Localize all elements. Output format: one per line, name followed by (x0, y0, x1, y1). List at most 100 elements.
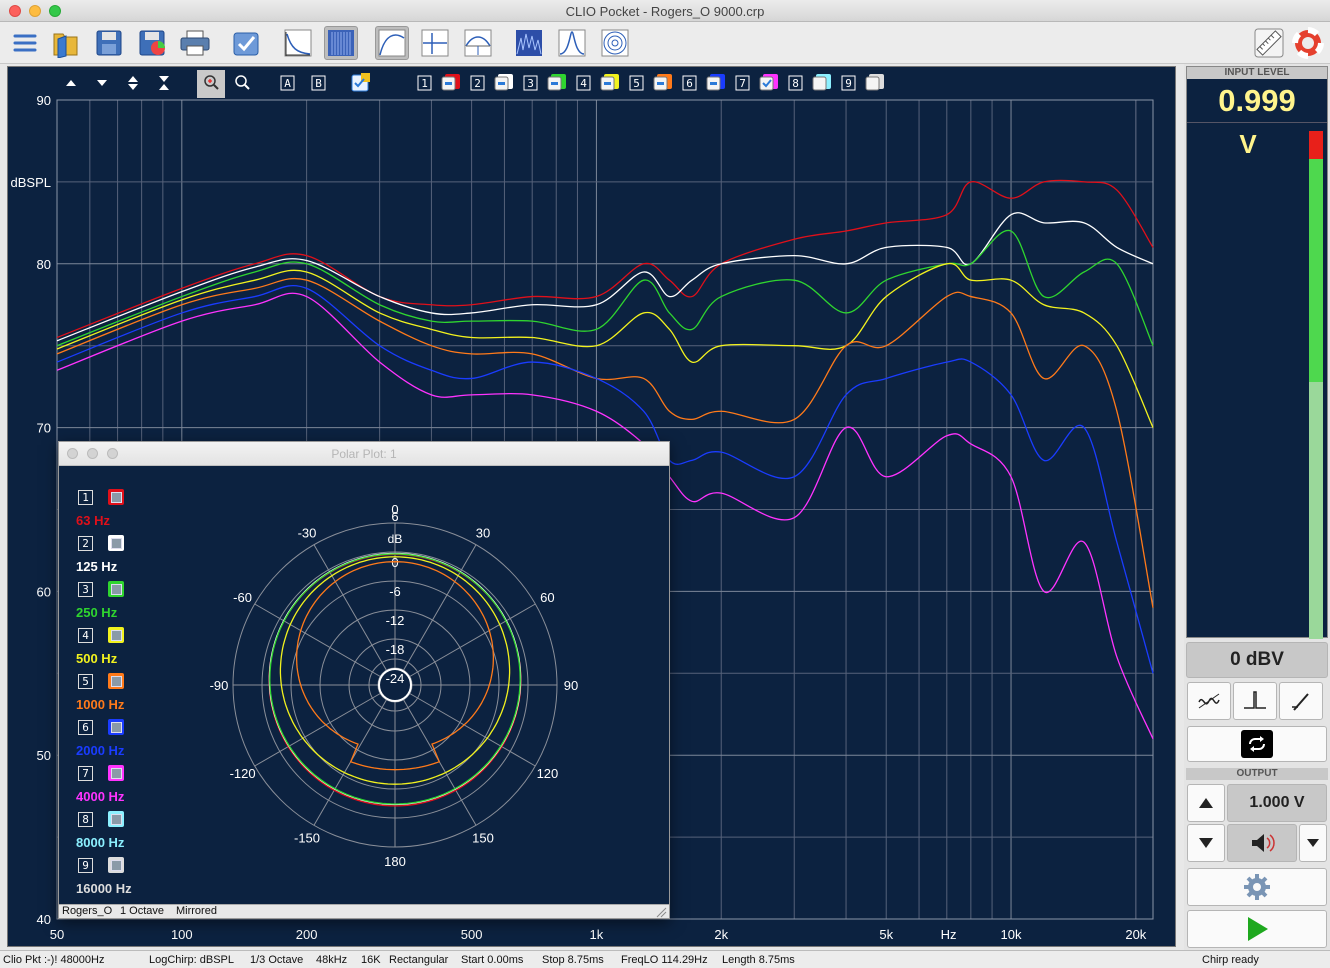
open-folder-icon[interactable] (48, 26, 82, 60)
output-down-button[interactable] (1187, 824, 1225, 862)
polar-angle-label: -120 (230, 766, 256, 781)
curve-number-label: 1 (421, 77, 428, 90)
status-start: Start 0.00ms (461, 954, 524, 966)
play-measure-button[interactable] (1187, 910, 1327, 948)
polar-spoke (409, 603, 536, 677)
status-freqlo: FreqLO 114.29Hz (621, 954, 708, 966)
save-icon[interactable] (92, 26, 126, 60)
speaker-output-button[interactable] (1227, 824, 1297, 862)
right-control-panel: INPUT LEVEL 0.999 V 0 dBV OUTPUT 1.000 V (1184, 64, 1330, 950)
curve-number-label: 3 (527, 77, 534, 90)
ruler-icon[interactable] (1252, 26, 1286, 60)
polar-angle-label: 30 (476, 526, 490, 541)
loop-button[interactable] (1187, 726, 1327, 762)
toggle-dash (710, 82, 717, 85)
polar-angle-label: 120 (537, 766, 559, 781)
menu-icon[interactable] (8, 26, 42, 60)
level-bar-track (1309, 131, 1323, 639)
curve-9-toggle[interactable] (865, 76, 880, 91)
title-bar: CLIO Pocket - Rogers_O 9000.crp (0, 0, 1330, 22)
fft-analyzer-icon[interactable] (281, 26, 315, 60)
transfer-icon[interactable] (555, 26, 589, 60)
x-tick-label: 1k (590, 927, 604, 942)
resize-grip-icon[interactable] (655, 906, 667, 918)
polar-angle-label: 90 (564, 678, 578, 693)
x-tick-label: 20k (1125, 927, 1146, 942)
status-stop: Stop 8.75ms (542, 954, 604, 966)
y-tick-label: 90 (37, 93, 51, 108)
curve-8-toggle[interactable] (812, 76, 827, 91)
polar-spoke (403, 699, 477, 826)
polar-angle-label: -30 (298, 526, 317, 541)
level-bar-fill (1309, 159, 1323, 382)
y-tick-label: 80 (37, 257, 51, 272)
status-smoothing: 1/3 Octave (250, 954, 304, 966)
curve-number-label: 2 (474, 77, 481, 90)
zoom-active-bg (197, 70, 225, 98)
expand-icon[interactable] (128, 76, 138, 90)
print-icon[interactable] (178, 26, 212, 60)
x-tick-label: 10k (1001, 927, 1022, 942)
status-size: 16K (361, 954, 381, 966)
polar-title-bar: Polar Plot: 1 (59, 442, 669, 466)
status-window: Rectangular (389, 954, 449, 966)
x-axis-unit: Hz (941, 927, 957, 942)
lifebuoy-help-icon[interactable] (1291, 26, 1325, 60)
polar-db-label: -12 (386, 613, 405, 628)
polar-db-label: -6 (389, 584, 401, 599)
curve-number-label: 5 (633, 77, 640, 90)
x-tick-label: 200 (296, 927, 318, 942)
polar-window-title: Polar Plot: 1 (331, 447, 397, 461)
main-toolbar (0, 22, 1330, 64)
level-bar-range (1309, 382, 1323, 639)
polar-angle-label: 60 (540, 590, 554, 605)
polar-db-label: 6 (391, 509, 398, 524)
curve-7-toggle[interactable] (759, 76, 774, 91)
graph-controls[interactable]: A B 1 2 3 4 5 6 7 8 9 (66, 70, 884, 98)
phase-icon[interactable] (461, 26, 495, 60)
window-title: CLIO Pocket - Rogers_O 9000.crp (565, 4, 765, 19)
polar-plot-window[interactable]: Polar Plot: 1 1 63 Hz 2 125 Hz 3 250 Hz 4 500 H… (58, 441, 670, 919)
compress-icon[interactable] (159, 76, 169, 90)
polar-angle-label: 180 (384, 854, 406, 869)
output-up-button[interactable] (1187, 784, 1225, 822)
polar-db-label: -18 (386, 642, 405, 657)
arrow-down-icon[interactable] (97, 80, 107, 86)
input-level-value: 0.999 (1187, 79, 1327, 123)
toggle-dash (604, 82, 611, 85)
status-device: Clio Pkt :-)! 48000Hz (3, 954, 105, 966)
x-tick-label: 500 (461, 927, 483, 942)
toggle-dash (498, 82, 505, 85)
polar-angle-label: -90 (210, 678, 229, 693)
probe-mode-button[interactable] (1279, 682, 1323, 720)
response-curve-2 (56, 212, 1154, 342)
cumulative-spectral-decay-icon[interactable] (512, 26, 546, 60)
arrow-up-icon[interactable] (66, 80, 76, 86)
overlay-button-label: A (284, 77, 291, 90)
status-mode: LogChirp: dBSPL (149, 954, 234, 966)
y-tick-label: 40 (37, 912, 51, 927)
output-level-value[interactable]: 1.000 V (1227, 784, 1327, 822)
save-as-icon[interactable] (135, 26, 169, 60)
x-tick-label: 50 (50, 927, 64, 942)
x-tick-label: 2k (714, 927, 728, 942)
impulse-response-icon[interactable] (418, 26, 452, 60)
checkmark-icon[interactable] (229, 26, 263, 60)
play-icon (1248, 917, 1268, 941)
input-mode-a-button[interactable] (1187, 682, 1231, 720)
polar-plot-icon[interactable] (598, 26, 632, 60)
output-options-dropdown[interactable] (1299, 824, 1327, 862)
zoom-out-icon[interactable] (235, 75, 250, 90)
input-level-label: INPUT LEVEL (1187, 67, 1327, 79)
settings-button[interactable] (1187, 868, 1327, 906)
toggle-dash (445, 82, 452, 85)
polar-db-label: -24 (386, 671, 405, 686)
polar-mode: Mirrored (176, 905, 217, 917)
input-reference-dbv[interactable]: 0 dBV (1186, 642, 1328, 678)
status-bar: Clio Pkt :-)! 48000Hz LogChirp: dBSPL 1/… (0, 950, 1330, 968)
frequency-response-icon[interactable] (375, 26, 409, 60)
waterfall-icon[interactable] (324, 26, 358, 60)
impulse-mode-button[interactable] (1233, 682, 1277, 720)
curve-number-label: 4 (580, 77, 587, 90)
y-axis-unit: dBSPL (11, 175, 51, 190)
